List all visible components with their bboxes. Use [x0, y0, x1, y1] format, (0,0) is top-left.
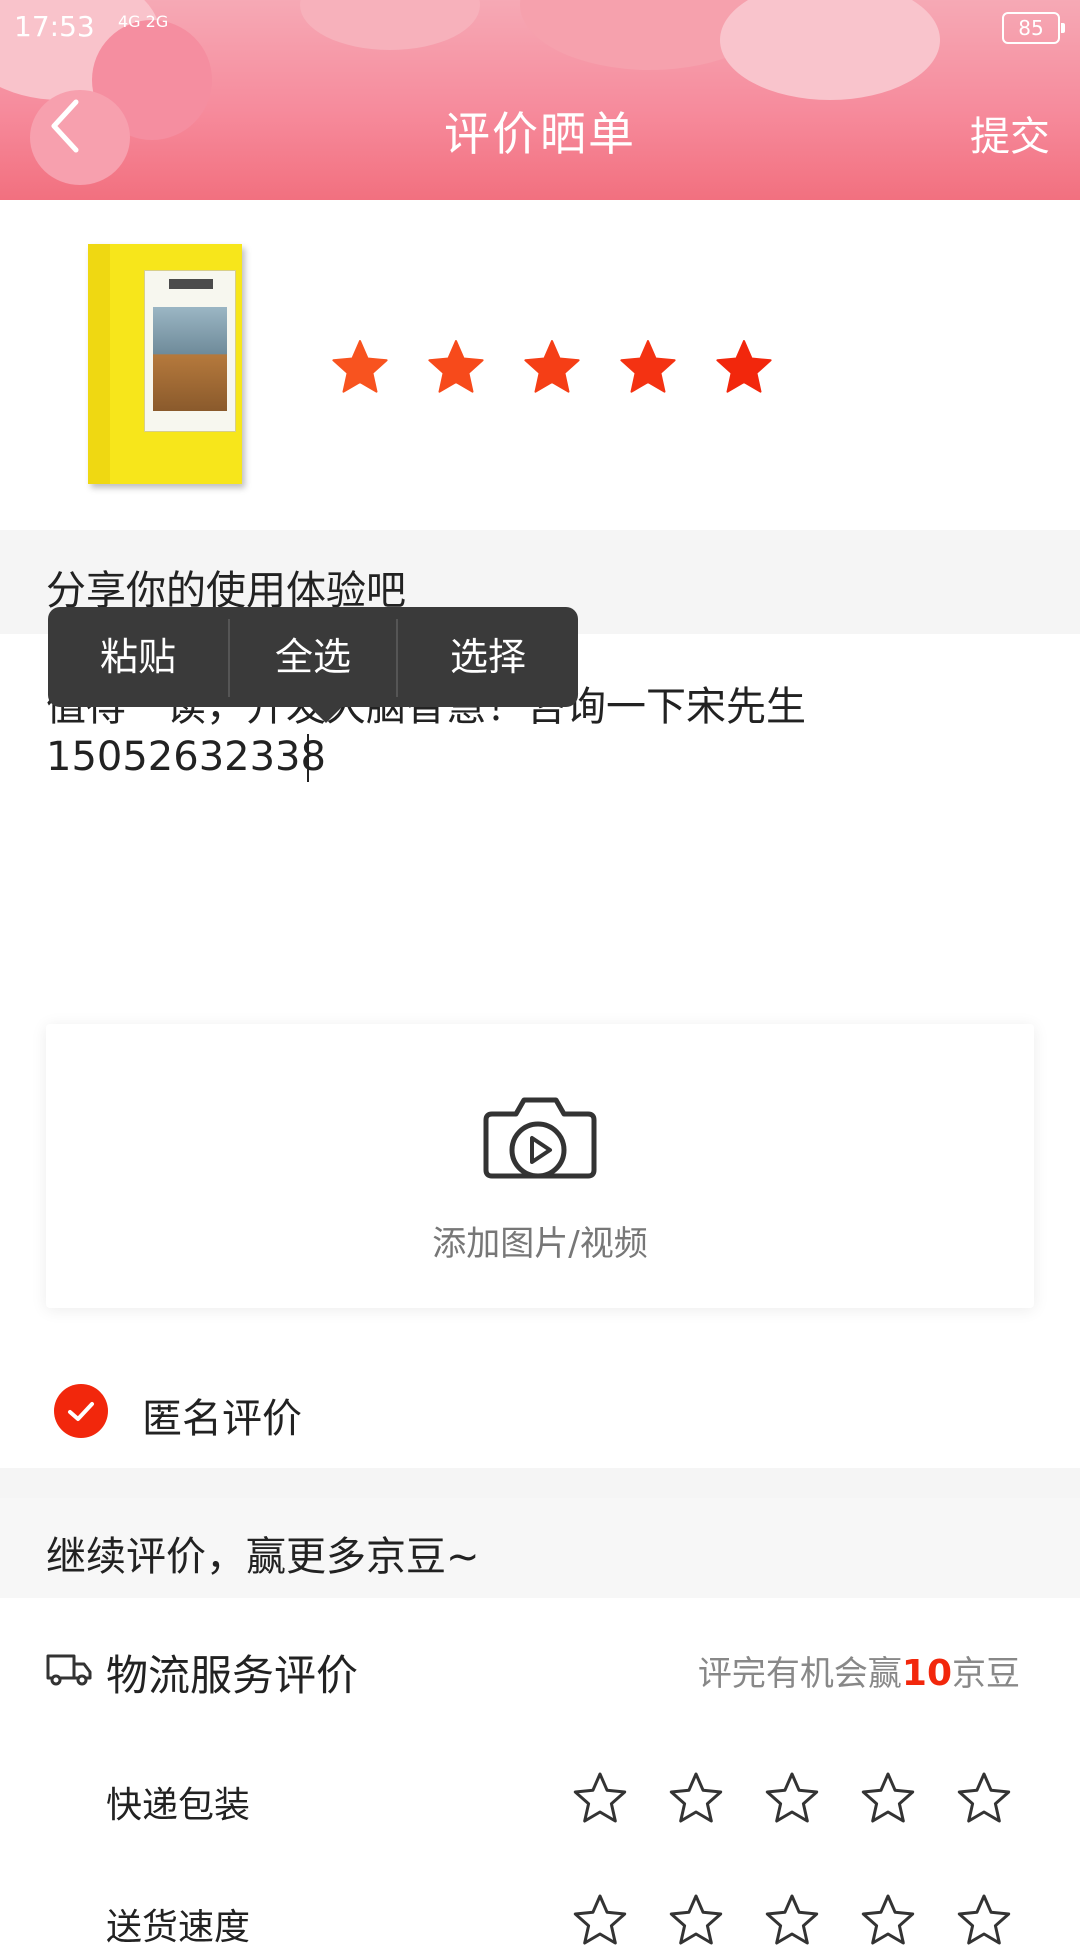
book-cover-illustration: [153, 307, 227, 411]
delivery-speed-label: 送货速度: [106, 1907, 251, 1948]
star-filled-icon[interactable]: [618, 338, 678, 398]
star-outline-icon[interactable]: [666, 1890, 726, 1950]
star-filled-icon[interactable]: [426, 338, 486, 398]
continue-review-heading: 继续评价，赢更多京豆~: [46, 1534, 480, 1580]
product-image: [88, 244, 242, 484]
book-cover-title: [169, 279, 213, 289]
status-bar: 17:53 4G 2G 85: [0, 0, 1080, 56]
book-cover-picture: [144, 270, 236, 432]
anonymous-checkbox[interactable]: [54, 1384, 108, 1438]
camera-video-icon: [483, 1097, 597, 1179]
star-outline-icon[interactable]: [762, 1890, 822, 1950]
packaging-label: 快递包装: [106, 1785, 251, 1826]
star-outline-icon[interactable]: [954, 1768, 1014, 1828]
product-rating-stars[interactable]: [330, 338, 790, 398]
header-bar: 17:53 4G 2G 85 评价晒单 提交: [0, 0, 1080, 200]
star-outline-icon[interactable]: [570, 1890, 630, 1950]
reward-suffix: 京豆: [952, 1654, 1020, 1694]
delivery-speed-rating-stars[interactable]: [570, 1890, 1020, 1952]
logistics-title: 物流服务评价: [106, 1651, 359, 1700]
star-outline-icon[interactable]: [858, 1890, 918, 1950]
battery-icon: 85: [1002, 12, 1065, 44]
text-context-menu: 粘贴 全选 选择: [48, 607, 578, 723]
add-media-label: 添加图片/视频: [432, 1224, 648, 1264]
submit-button[interactable]: 提交: [970, 104, 1050, 162]
check-icon: [68, 1402, 94, 1421]
reward-number: 10: [901, 1653, 952, 1694]
star-filled-icon[interactable]: [714, 338, 774, 398]
packaging-rating-stars[interactable]: [570, 1768, 1020, 1830]
page-title: 评价晒单: [444, 107, 636, 161]
reward-prefix: 评完有机会赢: [697, 1654, 902, 1694]
truck-icon: [46, 1654, 92, 1686]
star-outline-icon[interactable]: [954, 1890, 1014, 1950]
anonymous-label[interactable]: 匿名评价: [142, 1386, 302, 1444]
star-filled-icon[interactable]: [522, 338, 582, 398]
status-time: 17:53: [14, 10, 95, 43]
star-outline-icon[interactable]: [570, 1768, 630, 1828]
star-outline-icon[interactable]: [762, 1768, 822, 1828]
book-spine: [88, 244, 110, 484]
star-outline-icon[interactable]: [858, 1768, 918, 1828]
text-cursor: [307, 734, 309, 782]
add-media-button[interactable]: 添加图片/视频: [46, 1024, 1034, 1308]
signal-icon: 4G 2G: [118, 12, 169, 31]
paste-menu-item[interactable]: 粘贴: [48, 607, 228, 707]
star-outline-icon[interactable]: [666, 1768, 726, 1828]
star-filled-icon[interactable]: [330, 338, 390, 398]
logistics-reward-note: 评完有机会赢10京豆: [698, 1646, 1020, 1695]
section-divider: [0, 1468, 1080, 1498]
select-all-menu-item[interactable]: 全选: [230, 607, 396, 707]
select-menu-item[interactable]: 选择: [398, 607, 578, 707]
